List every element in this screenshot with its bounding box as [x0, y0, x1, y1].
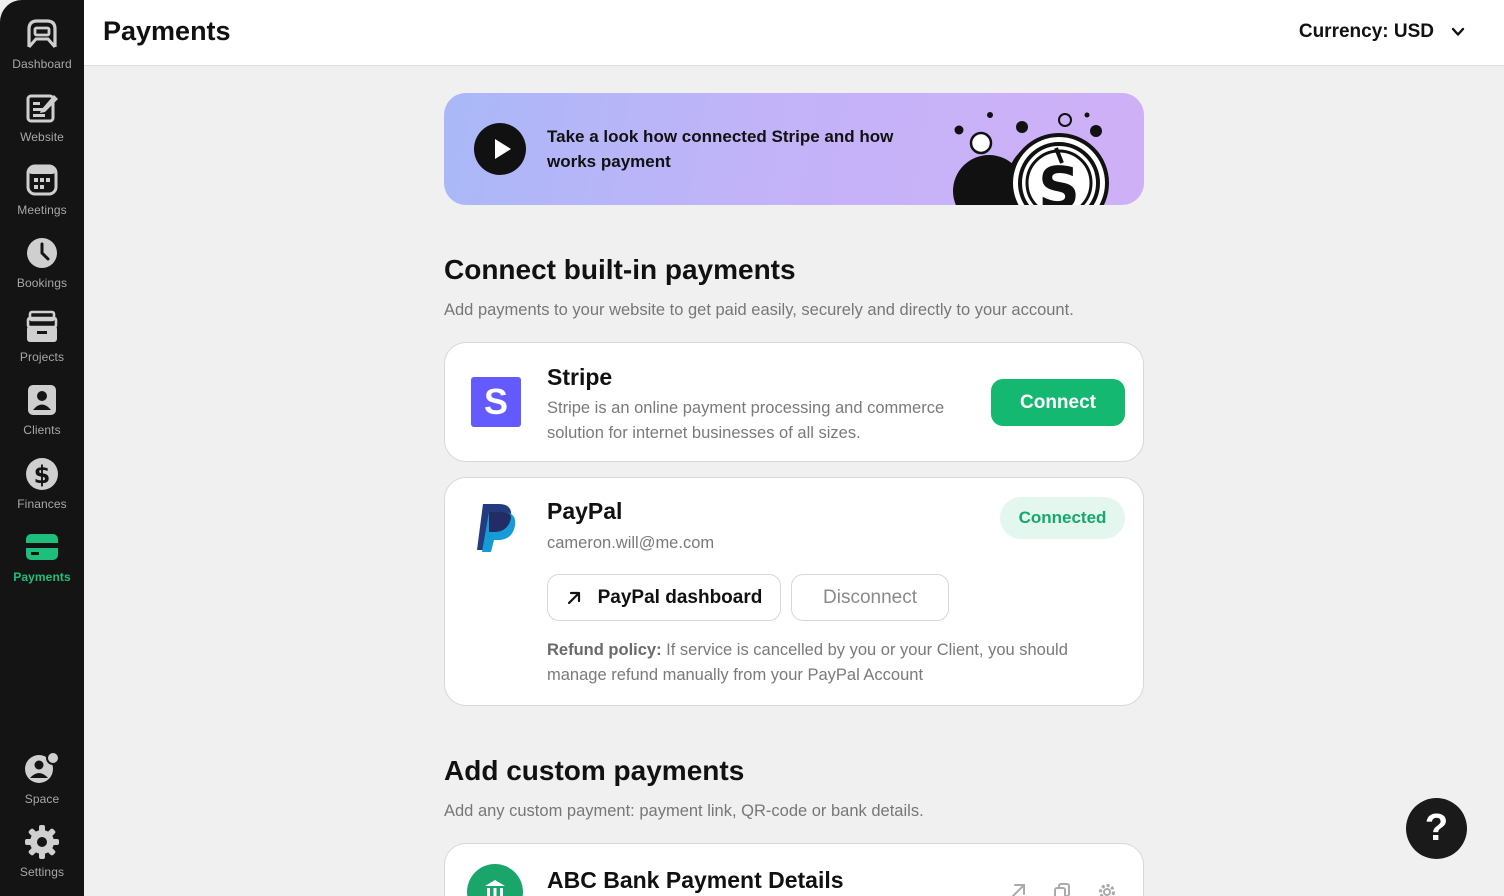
bank-actions — [1009, 882, 1117, 896]
sidebar-item-bookings[interactable]: Bookings — [0, 235, 84, 305]
sidebar-item-label: Settings — [19, 865, 65, 879]
client-contact-icon — [24, 382, 60, 418]
space-user-icon — [24, 751, 60, 787]
sidebar-item-space[interactable]: Space — [0, 751, 84, 821]
copy-icon[interactable] — [1053, 882, 1071, 896]
bank-details-card: ABC Bank Payment Details — [444, 843, 1144, 896]
sidebar-item-label: Finances — [17, 497, 67, 511]
video-tutorial-banner[interactable]: Take a look how connected Stripe and how… — [444, 93, 1144, 205]
paypal-card: PayPal cameron.will@me.com Connected Pay… — [444, 477, 1144, 706]
folder-icon — [24, 309, 60, 345]
sidebar-item-projects[interactable]: Projects — [0, 309, 84, 379]
dollar-coin-icon: $ — [24, 456, 60, 492]
builtin-section-title: Connect built-in payments — [444, 254, 796, 285]
bank-name: ABC Bank Payment Details — [547, 867, 844, 893]
bank-building-icon — [485, 880, 505, 896]
currency-label: Currency: USD — [1298, 21, 1434, 42]
custom-section-title: Add custom payments — [444, 755, 745, 786]
sidebar-item-dashboard[interactable]: Dashboard — [0, 16, 84, 86]
credit-card-icon — [24, 529, 60, 565]
paypal-email: cameron.will@me.com — [547, 534, 715, 552]
sidebar-item-label: Payments — [13, 570, 71, 584]
coin-illustration-icon: S — [953, 112, 1109, 205]
sidebar-item-finances[interactable]: $ Finances — [0, 456, 84, 526]
stripe-name: Stripe — [547, 364, 613, 390]
gear-icon[interactable] — [1097, 882, 1117, 896]
page-title: Payments — [103, 16, 231, 46]
sidebar-item-settings[interactable]: Settings — [0, 824, 84, 894]
sidebar-item-label: Meetings — [17, 203, 67, 217]
sidebar-item-payments[interactable]: Payments — [0, 529, 84, 599]
paypal-status-badge: Connected — [1000, 497, 1125, 539]
stripe-connect-button[interactable]: Connect — [991, 379, 1125, 426]
paypal-name: PayPal — [547, 498, 623, 524]
external-link-icon[interactable] — [1009, 882, 1027, 896]
bank-logo — [467, 864, 523, 896]
external-link-arrow-icon — [567, 591, 580, 604]
refund-policy-label: Refund policy: — [547, 641, 662, 659]
sidebar: Dashboard Website Meetings Bookings Proj… — [0, 0, 84, 896]
play-icon[interactable] — [474, 123, 526, 175]
sidebar-item-label: Projects — [19, 350, 65, 364]
paypal-disconnect-button[interactable]: Disconnect — [791, 574, 949, 621]
gear-icon — [24, 824, 60, 860]
chevron-down-icon — [1451, 27, 1465, 36]
currency-selector[interactable]: Currency: USD — [1299, 21, 1466, 43]
sidebar-item-website[interactable]: Website — [0, 89, 84, 159]
help-button[interactable]: ? — [1406, 798, 1467, 859]
custom-section-description: Add any custom payment: payment link, QR… — [444, 802, 924, 820]
paypal-dashboard-label: PayPal dashboard — [597, 586, 763, 608]
sidebar-item-label: Dashboard — [12, 57, 72, 71]
stripe-logo-icon: S — [471, 377, 521, 427]
dashboard-icon — [24, 16, 60, 52]
clock-icon — [24, 235, 60, 271]
stripe-card: S Stripe Stripe is an online payment pro… — [444, 342, 1144, 462]
paypal-dashboard-button[interactable]: PayPal dashboard — [547, 574, 781, 621]
svg-text:$: $ — [34, 461, 51, 489]
refund-policy-text: Refund policy: If service is cancelled b… — [547, 638, 1117, 688]
sidebar-item-label: Clients — [23, 423, 61, 437]
website-edit-icon — [24, 89, 60, 125]
stripe-description: Stripe is an online payment processing a… — [547, 399, 945, 442]
top-header: Payments Currency: USD — [84, 0, 1504, 66]
sidebar-item-label: Website — [20, 130, 64, 144]
paypal-logo-icon — [477, 504, 516, 552]
sidebar-item-label: Bookings — [16, 276, 68, 290]
sidebar-item-clients[interactable]: Clients — [0, 382, 84, 452]
sidebar-item-label: Space — [24, 792, 60, 806]
sidebar-item-meetings[interactable]: Meetings — [0, 162, 84, 232]
banner-text: Take a look how connected Stripe and how… — [547, 127, 894, 171]
builtin-section-description: Add payments to your website to get paid… — [444, 301, 1074, 319]
calendar-icon — [24, 162, 60, 198]
svg-text:S: S — [1038, 154, 1080, 205]
